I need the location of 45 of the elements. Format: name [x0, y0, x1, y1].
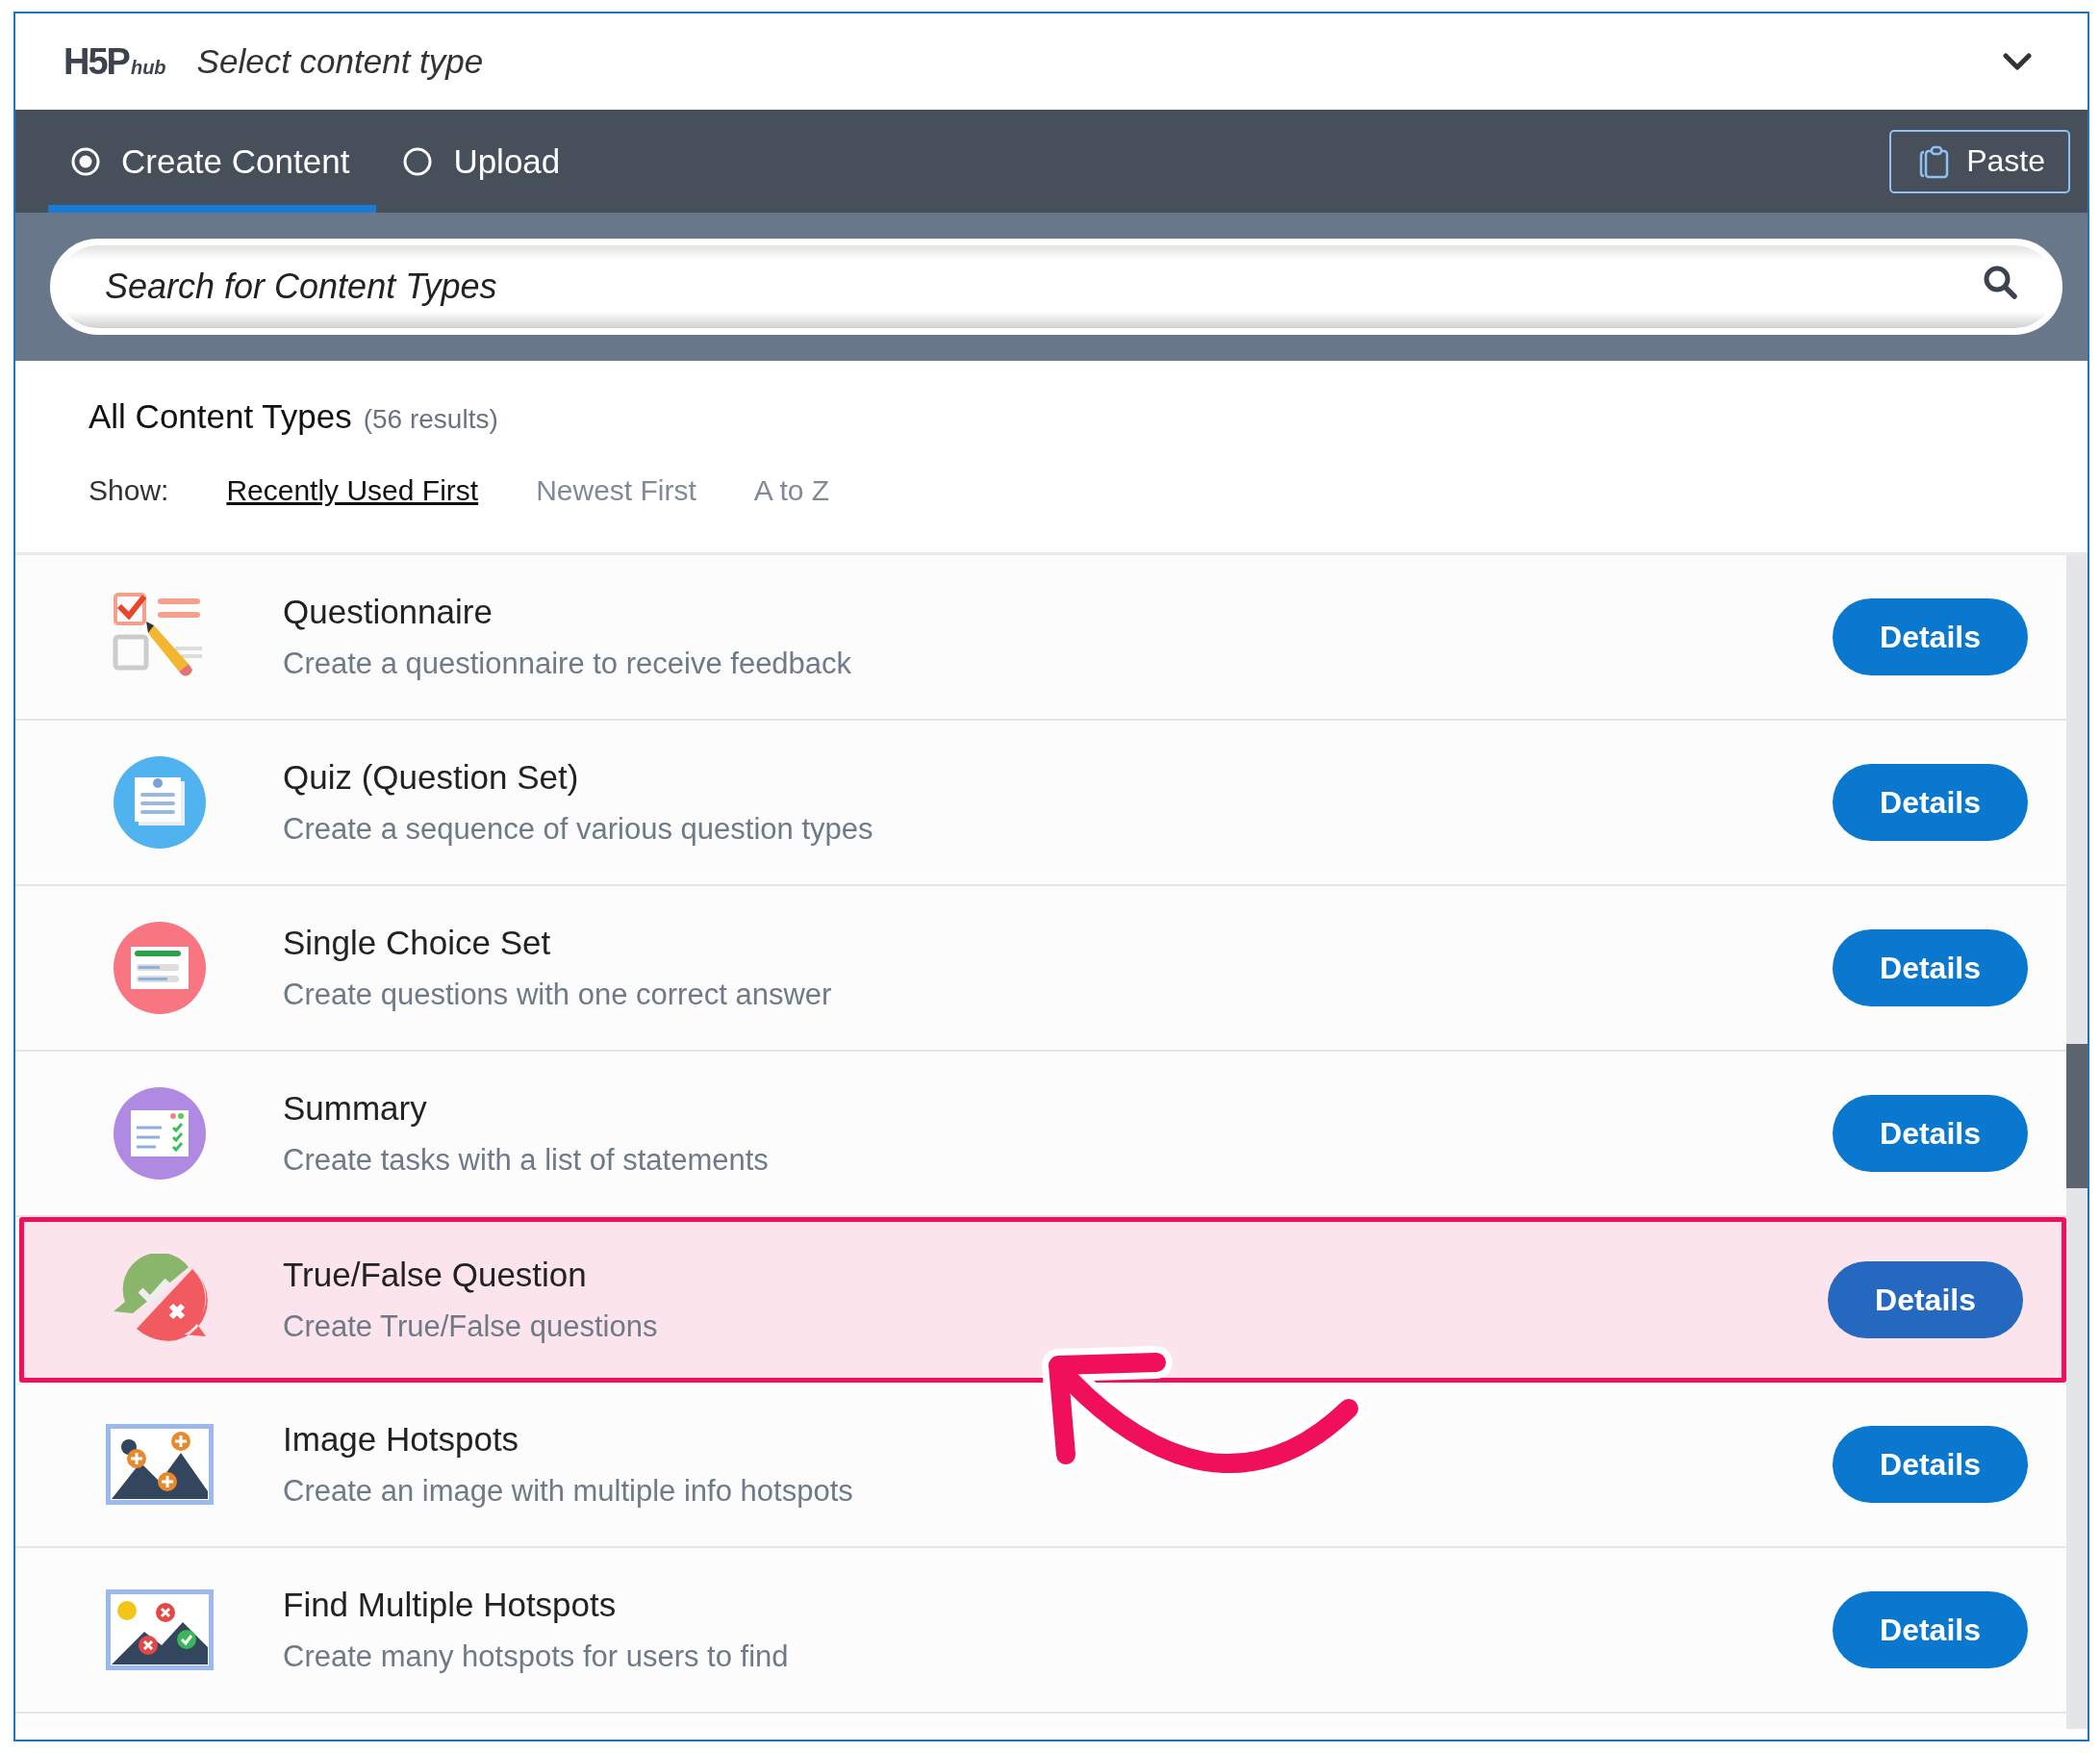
tab[interactable]: Upload [380, 110, 588, 213]
content-type-title: Find Multiple Hotspots [283, 1586, 618, 1624]
document-stack-icon [114, 756, 206, 849]
content-type-description: Create tasks with a list of statements [283, 1143, 770, 1178]
paste-button[interactable]: Paste [1889, 129, 2070, 193]
scrollbar-thumb[interactable] [2066, 1044, 2087, 1188]
sort-option-link[interactable]: Recently Used First [226, 474, 479, 507]
content-type-description: Create many hotspots for users to find [283, 1639, 790, 1674]
sort-label: Show: [89, 474, 169, 507]
content-type-description: Create a questionnaire to receive feedback [283, 647, 853, 681]
details-button[interactable]: Details [1833, 598, 2028, 675]
list-row[interactable]: Single Choice Set Create questions with one correct answer Details [15, 886, 2066, 1052]
details-button[interactable]: Details [1833, 764, 2028, 841]
details-button[interactable]: Details [1833, 929, 2028, 1006]
scrollbar[interactable] [2066, 555, 2087, 1729]
content-type-title: Questionnaire [283, 593, 493, 631]
content-type-title: Single Choice Set [283, 924, 552, 962]
content-type-description: Create questions with one correct answer [283, 978, 833, 1012]
list-row[interactable]: Find Multiple Hotspots Create many hotspots for users to find Details [15, 1548, 2066, 1714]
details-button[interactable]: Details [1833, 1591, 2028, 1668]
content-type-description: Create a sequence of various question types [283, 812, 874, 847]
search-icon [1982, 264, 2020, 302]
logo: H5Phub [63, 40, 166, 83]
content-type-title: Image Hotspots [283, 1420, 520, 1459]
details-button[interactable]: Details [1828, 1261, 2023, 1338]
answer-card-icon [114, 922, 206, 1014]
dialog-title: Select content type [196, 42, 484, 81]
results-heading: All Content Types [89, 397, 352, 436]
list-row[interactable]: Quiz (Question Set) Create a sequence of various question types Details [15, 721, 2066, 886]
highlighted-list-row[interactable]: True/False Question Create True/False questions Details [19, 1217, 2066, 1383]
details-button[interactable]: Details [1833, 1095, 2028, 1172]
chevron-down-icon[interactable] [2003, 52, 2032, 71]
checklist-card-icon [114, 1087, 206, 1180]
content-type-title: True/False Question [283, 1256, 588, 1294]
find-hotspots-icon [106, 1589, 214, 1670]
list-row[interactable]: Questionnaire Create a questionnaire to receive feedback Details [15, 555, 2066, 721]
content-type-description: Create True/False questions [283, 1309, 659, 1344]
results-count: (56 results) [363, 404, 498, 435]
list-row[interactable]: Image Hotspots Create an image with multiple info hotspots Details [15, 1383, 2066, 1548]
search-field[interactable]: Search for Content Types [50, 239, 2062, 335]
content-type-title: Summary [283, 1089, 428, 1128]
content-type-description: Create an image with multiple info hotspots [283, 1474, 854, 1509]
content-type-title: Quiz (Question Set) [283, 758, 580, 797]
image-hotspots-icon [106, 1424, 214, 1505]
details-button[interactable]: Details [1833, 1426, 2028, 1503]
